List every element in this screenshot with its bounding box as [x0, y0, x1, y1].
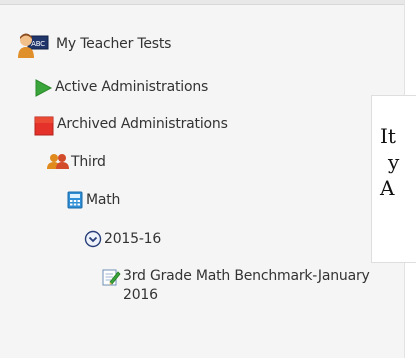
tree-node-label: Active Administrations [55, 79, 209, 95]
play-triangle-icon [33, 78, 53, 104]
overlay-line-1: It [380, 124, 396, 148]
tree-node-2015-16[interactable]: 2015-16 [84, 230, 161, 254]
tree-node-my-teacher-tests[interactable]: ABC My Teacher Tests [16, 32, 171, 64]
calculator-icon [66, 191, 84, 215]
tree-node-active-administrations[interactable]: Active Administrations [33, 78, 208, 104]
tree-node-archived-administrations[interactable]: Archived Administrations [33, 115, 228, 143]
overlay-text: It y A [380, 123, 399, 201]
tree-node-math[interactable]: Math [66, 191, 120, 215]
tree-node-test-3rd-grade-math-benchmark[interactable]: 3rd Grade Math Benchmark-January 2016 [101, 267, 393, 305]
tree-panel: ABC My Teacher Tests Active Administrati… [0, 0, 405, 358]
overlay-card: It y A [371, 95, 416, 263]
panel-top-border [0, 0, 404, 5]
tree-node-label: 3rd Grade Math Benchmark-January 2016 [123, 268, 370, 303]
tree-node-label: Archived Administrations [57, 116, 228, 132]
tree-node-label: 2015-16 [104, 231, 162, 247]
people-icon [47, 153, 69, 177]
tree-node-label: Third [71, 154, 106, 170]
tree-node-third[interactable]: Third [47, 153, 106, 177]
archive-square-icon [33, 115, 55, 143]
edit-document-icon [101, 267, 121, 293]
tree-node-label: My Teacher Tests [56, 36, 172, 52]
overlay-line-2: y [388, 150, 400, 174]
circle-chevron-down-icon [84, 230, 102, 254]
svg-text:ABC: ABC [31, 40, 45, 48]
overlay-line-3: A [380, 176, 395, 200]
tree-node-label: Math [86, 192, 121, 208]
teacher-avatar-icon: ABC [16, 32, 54, 64]
